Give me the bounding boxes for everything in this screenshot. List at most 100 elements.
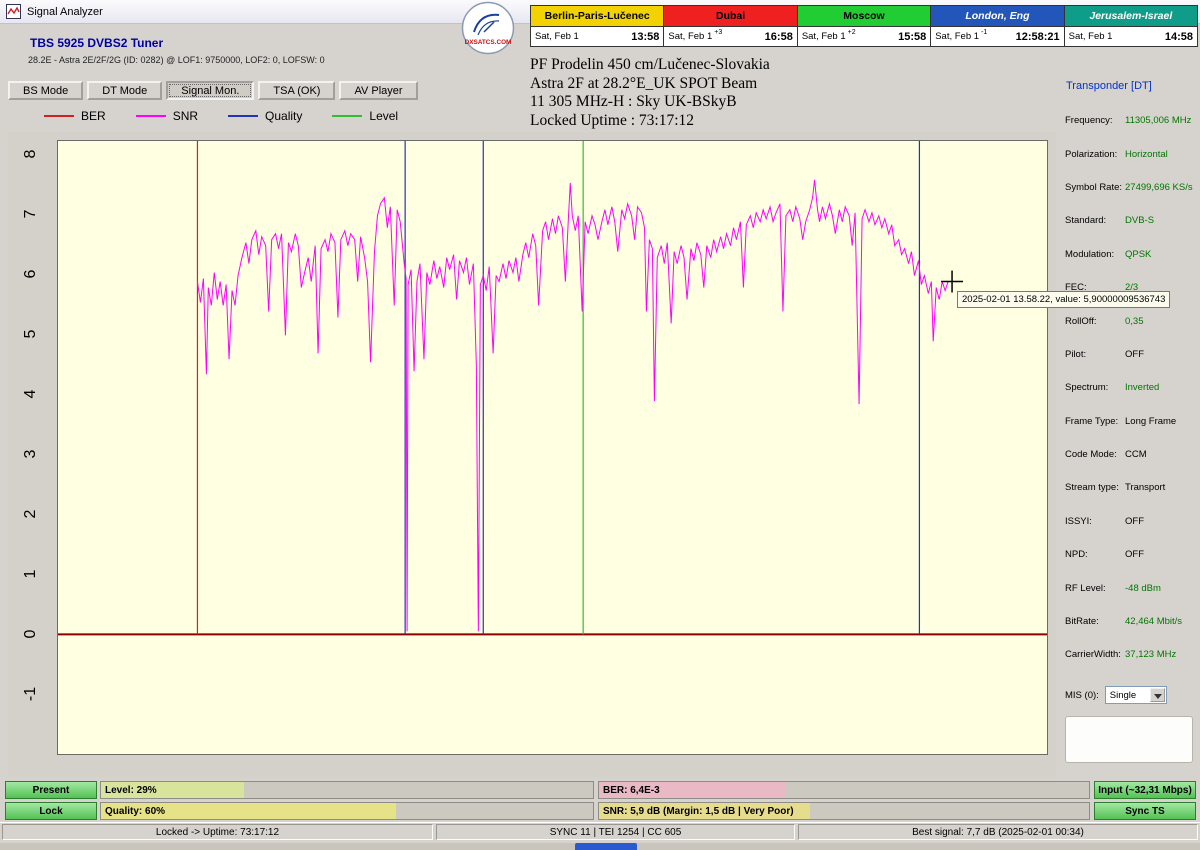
mis-dropdown[interactable]: Single bbox=[1104, 686, 1167, 704]
transponder-row: BitRate: 42,464 Mbit/s bbox=[1062, 605, 1198, 638]
ber-label: BER: 6,4E-3 bbox=[603, 784, 660, 796]
transponder-row-label: BitRate: bbox=[1065, 616, 1099, 628]
clock-utc-offset: -1 bbox=[981, 29, 988, 36]
clock-london-eng: London, Eng Sat, Feb 1 -1 12:58:21 bbox=[931, 6, 1065, 46]
tuner-name: TBS 5925 DVBS2 Tuner bbox=[30, 36, 164, 50]
transponder-row: Modulation: QPSK bbox=[1062, 238, 1198, 271]
y-axis-tick: 5 bbox=[22, 329, 39, 339]
info-line: PF Prodelin 450 cm/Lučenec-Slovakia bbox=[530, 56, 770, 73]
tab-signal-mon-[interactable]: Signal Mon. bbox=[166, 81, 255, 100]
clock-time-row: Sat, Feb 1 +2 15:58 bbox=[797, 27, 931, 46]
tuner-detail: 28.2E - Astra 2E/2F/2G (ID: 0282) @ LOF1… bbox=[28, 55, 325, 65]
transponder-row: Polarization: Horizontal bbox=[1062, 137, 1198, 170]
transponder-row-value: 0,35 bbox=[1125, 315, 1144, 327]
legend-label: Level bbox=[369, 109, 399, 123]
transponder-row-label: NPD: bbox=[1065, 549, 1088, 561]
legend-swatch bbox=[135, 115, 166, 117]
app-icon bbox=[6, 4, 21, 19]
transponder-row: NPD: OFF bbox=[1062, 538, 1198, 571]
chart-tooltip: 2025-02-01 13.58.22, value: 5,9000000953… bbox=[957, 291, 1171, 308]
clock-date: Sat, Feb 1 bbox=[801, 31, 846, 42]
lock-indicator: Lock bbox=[5, 802, 97, 820]
side-empty-panel bbox=[1065, 716, 1193, 763]
clock-time-row: Sat, Feb 1 13:58 bbox=[531, 27, 664, 46]
clock-date: Sat, Feb 1 bbox=[1068, 31, 1113, 42]
dropdown-arrow-icon[interactable] bbox=[1149, 688, 1165, 702]
transponder-row-value: OFF bbox=[1125, 348, 1144, 360]
clock-time: 12:58:21 bbox=[1015, 30, 1060, 43]
transponder-row: Pilot: OFF bbox=[1062, 338, 1198, 371]
legend-label: SNR bbox=[172, 109, 199, 123]
mis-row: MIS (0): Single bbox=[1065, 686, 1195, 704]
snr-bar: SNR: 5,9 dB (Margin: 1,5 dB | Very Poor) bbox=[598, 802, 1090, 820]
info-line: Locked Uptime : 73:17:12 bbox=[530, 111, 695, 129]
clock-time: 14:58 bbox=[1164, 30, 1194, 43]
clock-time-row: Sat, Feb 1 14:58 bbox=[1064, 27, 1198, 46]
transponder-row-label: CarrierWidth: bbox=[1065, 649, 1121, 661]
info-line: Astra 2F at 28.2°E_UK SPOT Beam bbox=[530, 74, 758, 92]
transponder-row-value: 37,123 MHz bbox=[1125, 649, 1177, 661]
clock-time: 15:58 bbox=[898, 30, 927, 43]
world-clocks: Berlin-Paris-Lučenec Sat, Feb 1 13:58 Dubai… bbox=[530, 5, 1198, 47]
taskbar-active-button[interactable] bbox=[575, 843, 637, 850]
transponder-row-value: 42,464 Mbit/s bbox=[1125, 616, 1183, 628]
transponder-row: Symbol Rate: 27499,696 KS/s bbox=[1062, 171, 1198, 204]
transponder-row: Frequency: 11305,006 MHz bbox=[1062, 104, 1198, 137]
statusbar-uptime: Locked -> Uptime: 73:17:12 bbox=[2, 824, 433, 840]
transponder-row-value: Inverted bbox=[1125, 382, 1160, 394]
transponder-row-label: Standard: bbox=[1065, 215, 1107, 227]
legend-item-snr: SNR bbox=[135, 109, 199, 123]
transponder-row-value: Horizontal bbox=[1125, 148, 1168, 160]
level-bar: Level: 29% bbox=[100, 781, 594, 799]
clock-city: London, Eng bbox=[931, 6, 1064, 27]
info-block: PF Prodelin 450 cm/Lučenec-Slovakia Astr… bbox=[530, 56, 770, 130]
mode-tabs: BS Mode DT Mode Signal Mon. TSA (OK) AV Play… bbox=[8, 81, 418, 100]
tab-bs-mode[interactable]: BS Mode bbox=[8, 81, 84, 100]
clock-date: Sat, Feb 1 bbox=[668, 31, 713, 42]
input-indicator: Input (~32,31 Mbps) bbox=[1094, 781, 1196, 799]
legend-label: Quality bbox=[265, 109, 303, 123]
clock-time: 13:58 bbox=[631, 30, 660, 43]
transponder-row-label: Modulation: bbox=[1065, 248, 1115, 260]
clock-city: Jerusalem-Israel bbox=[1064, 6, 1198, 27]
statusbar-best-signal: Best signal: 7,7 dB (2025-02-01 00:34) bbox=[798, 824, 1198, 840]
transponder-row: ISSYI: OFF bbox=[1062, 505, 1198, 538]
legend-item-ber: BER bbox=[44, 109, 106, 123]
snr-trace bbox=[196, 179, 949, 632]
chart-area: 8 7 6 5 4 3 2 1 0 -1 bbox=[8, 132, 1056, 777]
legend-swatch bbox=[332, 115, 363, 117]
signal-plot[interactable] bbox=[57, 140, 1048, 755]
transponder-row-value: OFF bbox=[1125, 515, 1144, 527]
transponder-row: RollOff: 0,35 bbox=[1062, 304, 1198, 337]
statusbar-sync: SYNC 11 | TEI 1254 | CC 605 bbox=[436, 824, 795, 840]
tab-av-player[interactable]: AV Player bbox=[339, 81, 418, 100]
clock-date: Sat, Feb 1 bbox=[535, 31, 579, 42]
dxsatcs-logo: DXSATCS.COM bbox=[459, 1, 517, 55]
y-axis-tick: 6 bbox=[22, 269, 39, 279]
clock-city: Moscow bbox=[797, 6, 931, 27]
chart-canvas bbox=[58, 141, 1047, 636]
clock-time: 16:58 bbox=[764, 30, 793, 43]
transponder-row: Code Mode: CCM bbox=[1062, 438, 1198, 471]
clock-jerusalem-israel: Jerusalem-Israel Sat, Feb 1 14:58 bbox=[1064, 6, 1198, 46]
y-axis-tick: -1 bbox=[22, 686, 39, 702]
snr-label: SNR: 5,9 dB (Margin: 1,5 dB | Very Poor) bbox=[603, 805, 794, 817]
y-axis-tick: 0 bbox=[22, 629, 39, 639]
transponder-row-value: 27499,696 KS/s bbox=[1125, 181, 1193, 193]
clock-time-row: Sat, Feb 1 +3 16:58 bbox=[664, 27, 797, 46]
info-line: 11 305 MHz-H : Sky UK-BSkyB bbox=[530, 93, 737, 110]
transponder-panel: Transponder [DT] Frequency: 11305,006 MHz… bbox=[1062, 80, 1198, 714]
chart-legend: BER SNR Quality Level bbox=[44, 109, 398, 123]
clock-berlin-paris-lu-enec: Berlin-Paris-Lučenec Sat, Feb 1 13:58 bbox=[531, 6, 665, 46]
transponder-row-value: QPSK bbox=[1125, 248, 1152, 260]
transponder-row: Frame Type: Long Frame bbox=[1062, 405, 1198, 438]
transponder-row-value: OFF bbox=[1125, 549, 1144, 561]
legend-label: BER bbox=[81, 109, 106, 123]
transponder-row-label: Polarization: bbox=[1065, 148, 1118, 160]
tab-tsa-ok-[interactable]: TSA (OK) bbox=[258, 81, 336, 100]
legend-item-quality: Quality bbox=[228, 109, 302, 123]
tab-dt-mode[interactable]: DT Mode bbox=[87, 81, 163, 100]
clock-utc-offset: +2 bbox=[847, 29, 856, 36]
quality-label: Quality: 60% bbox=[105, 805, 166, 817]
transponder-row-label: Frame Type: bbox=[1065, 415, 1119, 427]
